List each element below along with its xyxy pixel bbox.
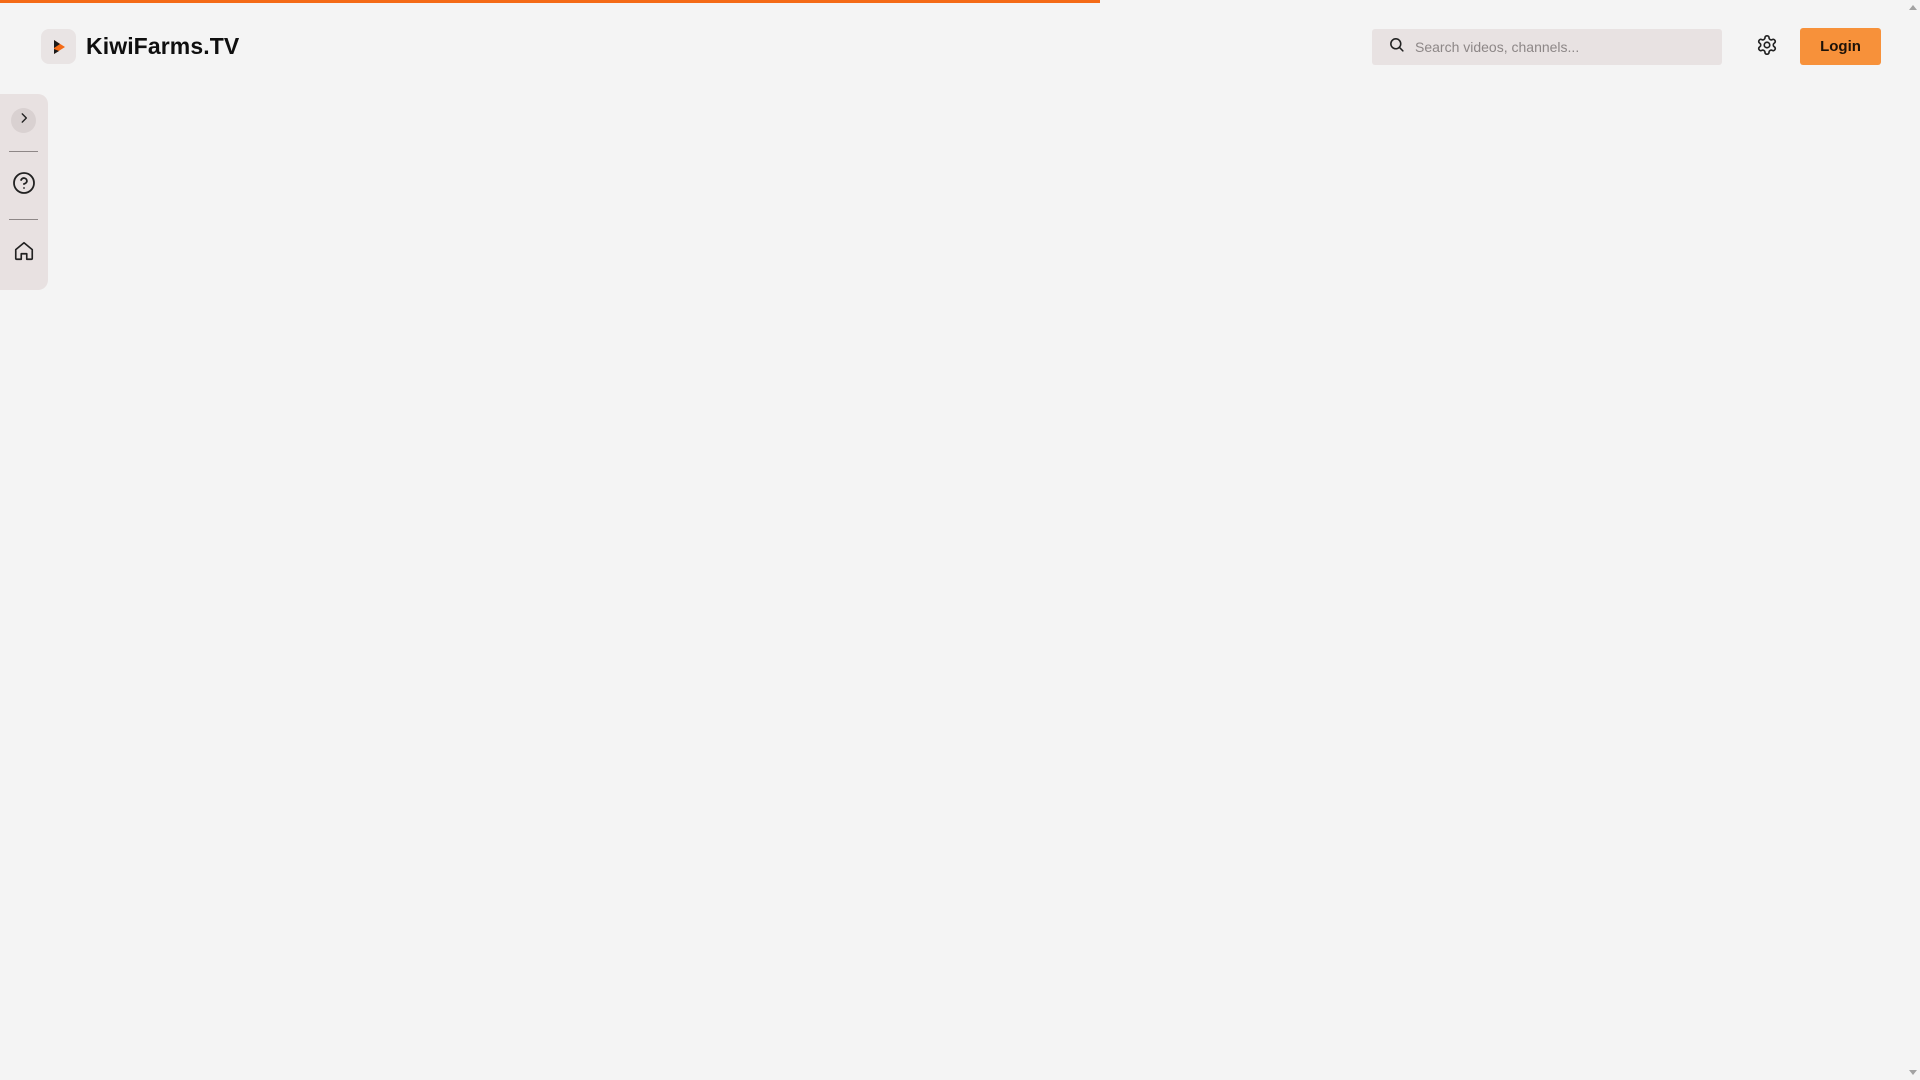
gear-icon — [1756, 34, 1778, 61]
chevron-right-icon — [17, 111, 31, 130]
sidebar — [0, 94, 48, 290]
sidebar-divider — [9, 219, 38, 220]
search-input[interactable] — [1415, 39, 1715, 55]
search-icon — [1388, 36, 1405, 58]
scroll-down-arrow-icon[interactable] — [1909, 1070, 1917, 1075]
loading-progress-fill — [0, 0, 1101, 3]
sidebar-expand-button[interactable] — [11, 108, 36, 133]
page: KiwiFarms.TV Login — [0, 0, 1920, 1080]
sidebar-item-help[interactable] — [10, 172, 37, 199]
sidebar-item-home[interactable] — [10, 240, 37, 267]
sidebar-divider — [9, 151, 38, 152]
site-logo[interactable]: KiwiFarms.TV — [41, 29, 239, 64]
scroll-up-arrow-icon[interactable] — [1909, 5, 1917, 10]
page-scrollbar[interactable] — [1906, 0, 1920, 1080]
play-logo-icon — [41, 29, 76, 64]
login-button[interactable]: Login — [1800, 28, 1881, 65]
help-circle-icon — [12, 171, 36, 200]
settings-button[interactable] — [1754, 34, 1780, 60]
search-bar[interactable] — [1372, 29, 1722, 65]
site-title: KiwiFarms.TV — [86, 33, 240, 59]
loading-progress-bar — [0, 0, 1920, 3]
home-icon — [13, 240, 35, 267]
